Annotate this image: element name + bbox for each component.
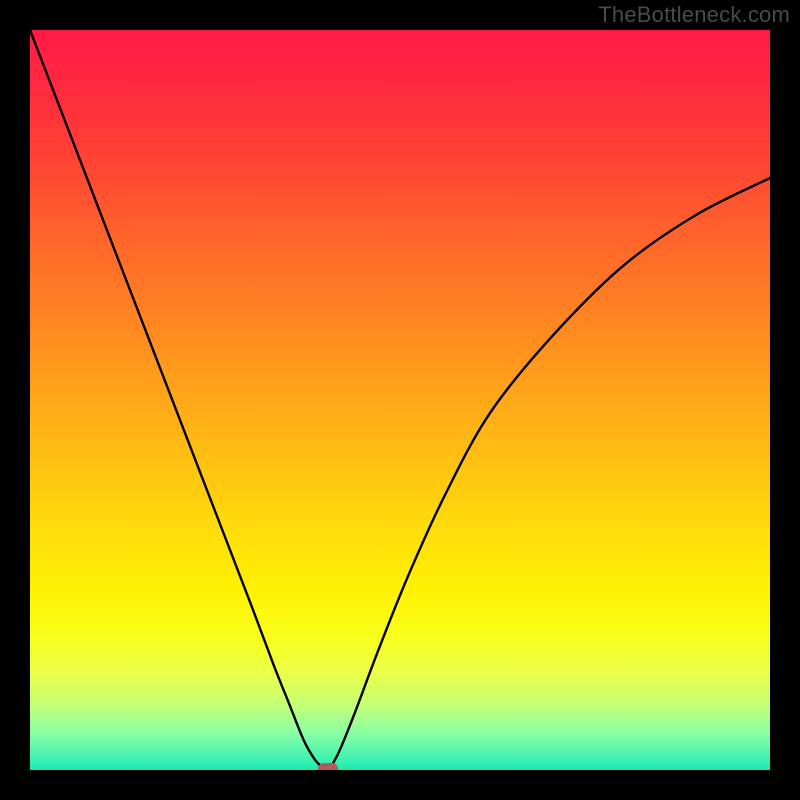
watermark-text: TheBottleneck.com xyxy=(598,2,790,28)
plot-area xyxy=(30,30,770,770)
optimal-point-marker xyxy=(318,763,338,770)
chart-frame: TheBottleneck.com xyxy=(0,0,800,800)
bottleneck-curve xyxy=(30,30,770,770)
